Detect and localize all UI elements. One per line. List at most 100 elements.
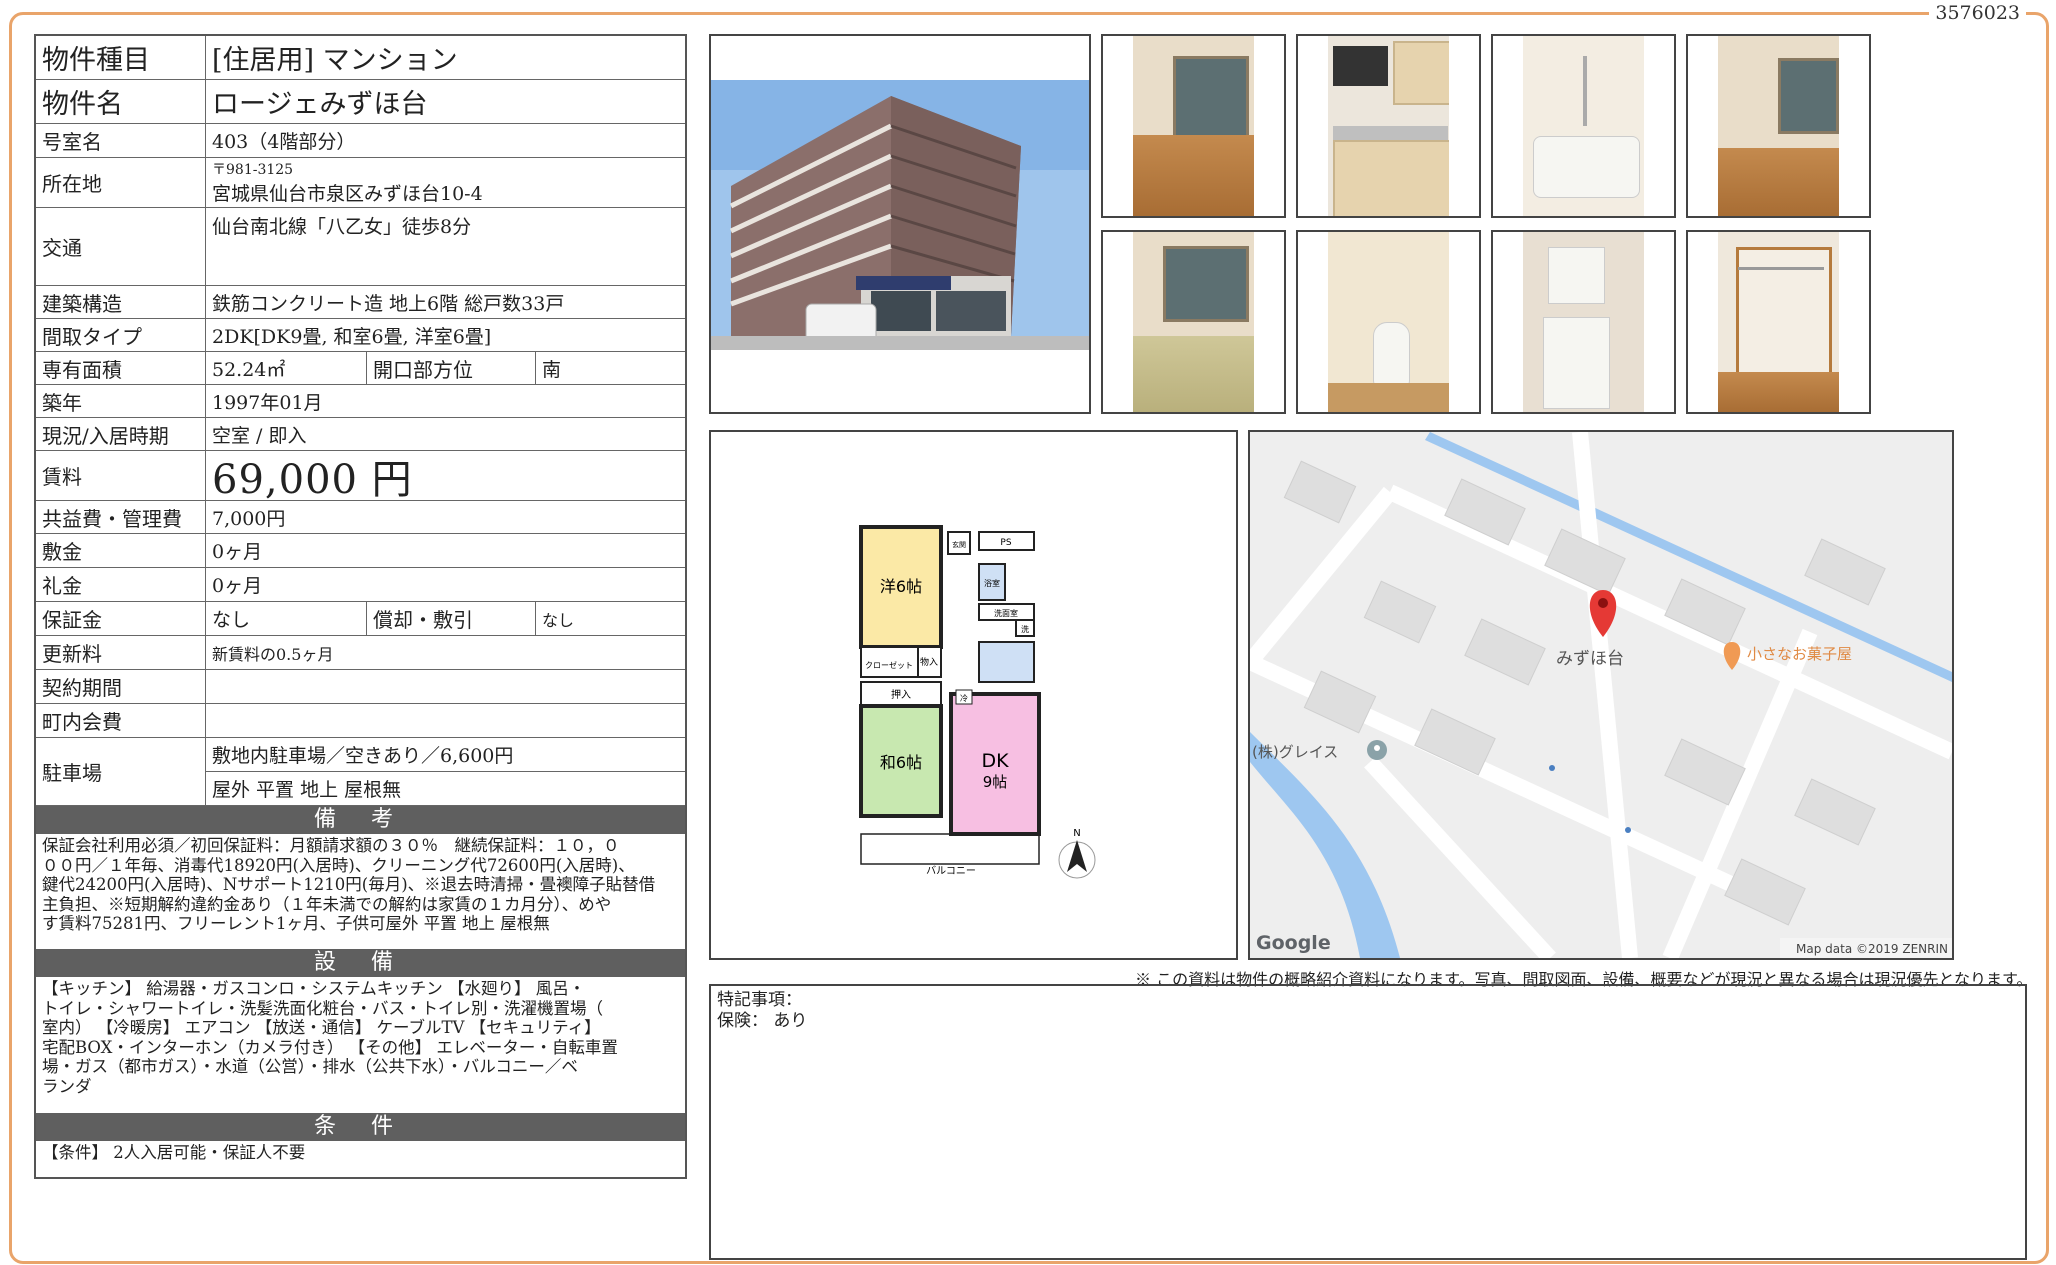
label-layout: 間取タイプ <box>36 319 206 351</box>
row-built: 築年 1997年01月 <box>36 385 685 418</box>
remarks-text: 保証会社利用必須／初回保証料：月額請求額の３０％ 継続保証料：１０，０ ００円／… <box>42 836 656 933</box>
row-deposit: 敷金 0ヶ月 <box>36 534 685 568</box>
value-property-name: ロージェみずほ台 <box>212 89 428 120</box>
location-map[interactable]: みずほ台 小さなお菓子屋 (株)グレイス Google Map data ©20… <box>1248 430 1954 960</box>
label-amortization: 償却・敷引 <box>366 602 536 635</box>
special-notes-title: 特記事項： <box>717 990 802 1010</box>
building-exterior-photo <box>709 34 1091 414</box>
map-label-company: (株)グレイス <box>1252 743 1338 761</box>
label-ps: PS <box>1000 538 1011 548</box>
value-status: 空室 / 即入 <box>212 424 307 447</box>
document-id: 3576023 <box>1929 2 2026 24</box>
map-attribution: Map data ©2019 ZENRIN <box>1796 942 1948 956</box>
label-fee: 共益費・管理費 <box>36 501 206 533</box>
conditions-text: 【条件】 2人入居可能・保証人不要 <box>42 1143 306 1162</box>
row-rent: 賃料 69,000 円 <box>36 451 685 501</box>
label-contract: 契約期間 <box>36 670 206 703</box>
equipment-text: 【キッチン】 給湯器・ガスコンロ・システムキッチン 【水廻り】 風呂・ トイレ・… <box>42 979 618 1096</box>
row-keymoney: 礼金 0ヶ月 <box>36 568 685 602</box>
value-rent: 69,000 円 <box>212 456 413 501</box>
value-structure: 鉄筋コンクリート造 地上6階 総戸数33戸 <box>212 292 565 315</box>
value-fee: 7,000円 <box>212 507 286 530</box>
equipment-heading: 設 備 <box>36 949 685 977</box>
interior-photo-closet <box>1686 230 1871 414</box>
label-rent: 賃料 <box>36 451 206 500</box>
label-wash: 洗 <box>1021 624 1029 634</box>
row-renewal: 更新料 新賃料の0.5ヶ月 <box>36 636 685 670</box>
label-storage: 物入 <box>920 656 938 668</box>
label-renewal: 更新料 <box>36 636 206 669</box>
label-property-type: 物件種目 <box>36 36 206 79</box>
value-parking-2: 屋外 平置 地上 屋根無 <box>212 778 402 801</box>
special-notes-insurance: 保険： あり <box>717 1011 808 1031</box>
label-built: 築年 <box>36 385 206 417</box>
row-transit: 交通 仙台南北線「八乙女」徒歩8分 <box>36 208 685 286</box>
label-community: 町内会費 <box>36 704 206 737</box>
label-deposit: 敷金 <box>36 534 206 567</box>
interior-photo-japanese-room <box>1101 230 1286 414</box>
row-guarantee: 保証金 なし 償却・敷引 なし <box>36 602 685 636</box>
label-closet: クローゼット <box>865 660 913 670</box>
interior-photo-kitchen <box>1296 34 1481 218</box>
label-keymoney: 礼金 <box>36 568 206 601</box>
row-structure: 建築構造 鉄筋コンクリート造 地上6階 総戸数33戸 <box>36 286 685 319</box>
value-parking-1: 敷地内駐車場／空きあり／6,600円 <box>206 738 685 772</box>
map-label-mizuhodai: みずほ台 <box>1556 649 1624 669</box>
row-address: 所在地 〒981-3125 宮城県仙台市泉区みずほ台10-4 <box>36 158 685 208</box>
value-direction: 南 <box>542 358 562 381</box>
label-room: 号室名 <box>36 124 206 157</box>
interior-photo-washroom <box>1491 230 1676 414</box>
value-guarantee: なし <box>212 609 251 631</box>
label-property-name: 物件名 <box>36 80 206 123</box>
row-property-type: 物件種目 [住居用] マンション <box>36 36 685 80</box>
row-status: 現況/入居時期 空室 / 即入 <box>36 418 685 451</box>
value-address: 宮城県仙台市泉区みずほ台10-4 <box>212 183 483 205</box>
row-contract: 契約期間 <box>36 670 685 704</box>
row-property-name: 物件名 ロージェみずほ台 <box>36 80 685 124</box>
value-transit: 仙台南北線「八乙女」徒歩8分 <box>212 216 472 238</box>
north-indicator: N <box>1073 828 1080 839</box>
conditions-heading: 条 件 <box>36 1113 685 1141</box>
row-area: 専有面積 52.24㎡ 開口部方位 南 <box>36 352 685 385</box>
label-direction: 開口部方位 <box>366 352 536 384</box>
label-structure: 建築構造 <box>36 286 206 318</box>
label-oshiire: 押入 <box>891 688 911 701</box>
label-japanese-room: 和6帖 <box>880 753 922 772</box>
value-postal-code: 〒981-3125 <box>212 162 294 178</box>
interior-photo-room <box>1686 34 1871 218</box>
label-status: 現況/入居時期 <box>36 418 206 450</box>
floor-plan-panel: 洋6帖 クローゼット 物入 押入 和6帖 DK 9帖 冷 玄関 PS 浴室 洗面… <box>709 430 1238 960</box>
value-room: 403（4階部分） <box>212 131 356 153</box>
value-area: 52.24㎡ <box>212 358 286 381</box>
label-area: 専有面積 <box>36 352 206 384</box>
interior-photo-toilet <box>1296 230 1481 414</box>
row-community: 町内会費 <box>36 704 685 738</box>
label-balcony: バルコニー <box>926 865 976 877</box>
interior-photo-western-room <box>1101 34 1286 218</box>
remarks-heading: 備 考 <box>36 806 685 834</box>
label-genkan: 玄関 <box>952 540 966 549</box>
interior-photo-bathroom <box>1491 34 1676 218</box>
property-info-table: 物件種目 [住居用] マンション 物件名 ロージェみずほ台 号室名 403（4階… <box>34 34 687 1179</box>
label-laundry: 洗面室 <box>994 608 1018 618</box>
label-dk: DK <box>981 750 1009 772</box>
label-parking: 駐車場 <box>36 738 206 805</box>
special-notes-box: 特記事項： 保険： あり <box>709 984 2027 1260</box>
label-dk-size: 9帖 <box>983 773 1008 791</box>
value-keymoney: 0ヶ月 <box>212 575 263 597</box>
row-fee: 共益費・管理費 7,000円 <box>36 501 685 534</box>
value-contract <box>206 670 685 703</box>
value-renewal: 新賃料の0.5ヶ月 <box>212 644 334 664</box>
label-bath: 浴室 <box>984 578 1000 588</box>
value-deposit: 0ヶ月 <box>212 541 263 563</box>
value-layout: 2DK[DK9畳, 和室6畳, 洋室6畳] <box>212 325 492 348</box>
row-parking: 駐車場 敷地内駐車場／空きあり／6,600円 屋外 平置 地上 屋根無 <box>36 738 685 806</box>
label-fridge: 冷 <box>960 693 968 703</box>
google-logo: Google <box>1256 932 1331 954</box>
value-community <box>206 704 685 737</box>
value-property-type: [住居用] マンション <box>212 45 458 76</box>
place-pin-icon[interactable] <box>1367 740 1387 760</box>
label-guarantee: 保証金 <box>36 602 206 635</box>
map-label-shop: 小さなお菓子屋 <box>1747 645 1852 663</box>
row-layout: 間取タイプ 2DK[DK9畳, 和室6畳, 洋室6畳] <box>36 319 685 352</box>
